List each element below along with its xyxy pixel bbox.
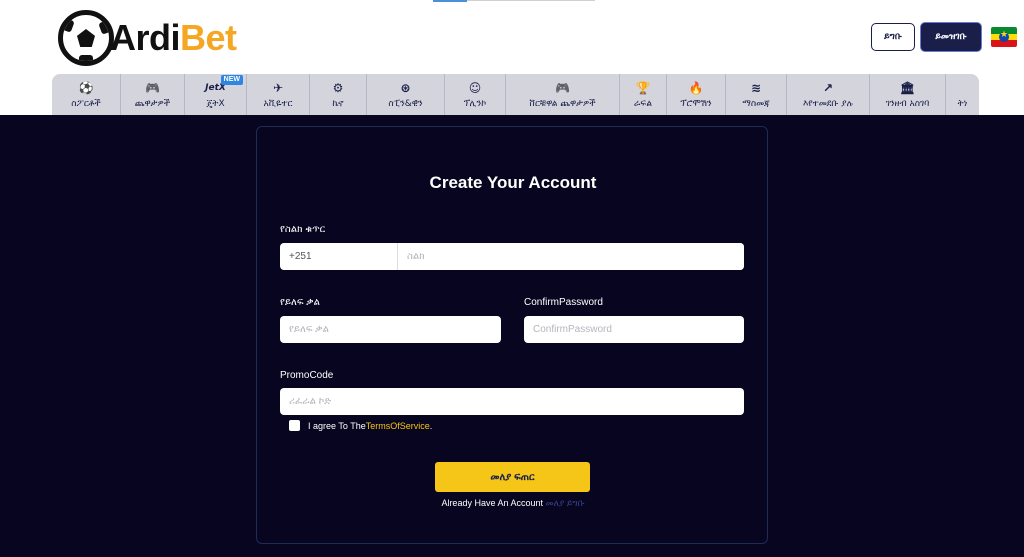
nav-item-7[interactable]: 🎮 ቨርቹዋል ጨዋታዎች xyxy=(506,74,620,115)
nav-item-10[interactable]: ≋ ማስመጃ xyxy=(726,74,787,115)
site-header: ArdiBet ይግቡ ይመዝገቡ ⚽ስፖርቶች🎮ጨዋታዎችJetXጄትXNEW… xyxy=(0,0,1024,115)
terms-text: I agree To The xyxy=(308,420,366,431)
main-area: Create Your Account የስልክ ቁጥር +251 የይለፍ ቃ… xyxy=(0,115,1024,557)
nav-item-2[interactable]: JetX ጄትX NEW xyxy=(185,74,247,115)
aviator-icon: ✈ xyxy=(272,80,284,95)
nav-item-4[interactable]: ⚙ ኬኖ xyxy=(310,74,367,115)
already-have-account: Already Have An Account መለያ ይግቡ xyxy=(257,498,769,509)
top-accent-line xyxy=(433,0,467,2)
confirm-password-input[interactable] xyxy=(524,316,744,343)
nav-item-label: አቪዬተር xyxy=(263,98,293,109)
nav-item-label: ፕሊንኮ xyxy=(463,98,487,109)
confirm-password-label: ConfirmPassword xyxy=(524,297,603,308)
password-label: የይለፍ ቃል xyxy=(280,297,320,308)
nav-item-0[interactable]: ⚽ ስፖርቶች xyxy=(52,74,121,115)
top-divider-line xyxy=(467,0,595,1)
logo-text-bet: Bet xyxy=(180,17,237,58)
nav-item-label: ስፒን&ዊን xyxy=(388,98,423,109)
main-nav: ⚽ ስፖርቶች 🎮 ጨዋታዎች JetX ጄትX NEW ✈ አቪዬተር ⚙ ኬኖ ⊛ ስፒን&ዊን ☺ ፕ… xyxy=(52,74,979,115)
sports-ball-icon: ⚽ xyxy=(78,80,94,95)
nav-item-8[interactable]: 🏆 ራፍል xyxy=(620,74,667,115)
nav-item-label: ጨዋታዎች xyxy=(134,98,171,109)
nav-item-9[interactable]: 🔥 ፕሮሞሽን xyxy=(667,74,726,115)
already-text: Already Have An Account xyxy=(441,498,546,508)
create-account-button[interactable]: መለያ ፍጠር xyxy=(435,462,590,492)
phone-label: የስልክ ቁጥር xyxy=(280,224,326,235)
phone-input[interactable] xyxy=(398,243,744,270)
terms-of-service-link[interactable]: TermsOfService xyxy=(366,421,430,431)
terms-period: . xyxy=(429,420,433,431)
ardibet-logo[interactable]: ArdiBet xyxy=(58,8,237,68)
nav-item-13[interactable]: ትነ xyxy=(946,74,979,115)
promo-code-label: PromoCode xyxy=(280,370,334,381)
nav-item-label: ስፖርቶች xyxy=(71,98,101,109)
flame-icon: 🔥 xyxy=(688,80,704,95)
bank-icon: 🏛 xyxy=(899,80,916,95)
register-card: Create Your Account የስልክ ቁጥር +251 የይለፍ ቃ… xyxy=(256,126,768,544)
nav-item-label: ፕሮሞሽን xyxy=(680,98,712,109)
logo-text-ardi: Ardi xyxy=(110,17,181,58)
nav-item-label: ገንዘብ አስገባ xyxy=(885,98,930,109)
controller-icon: 🎮 xyxy=(555,80,570,95)
logo-text: ArdiBet xyxy=(110,17,237,59)
nav-item-label: ኬኖ xyxy=(332,98,344,109)
register-button[interactable]: ይመዝገቡ xyxy=(920,22,982,52)
trend-up-icon: ↗ xyxy=(822,80,834,95)
password-input[interactable] xyxy=(280,316,501,343)
nav-item-label: ማስመጃ xyxy=(742,98,770,109)
login-link[interactable]: መለያ ይግቡ xyxy=(546,498,585,508)
soccer-ball-icon xyxy=(58,10,114,66)
terms-checkbox[interactable] xyxy=(289,420,300,431)
nav-item-3[interactable]: ✈ አቪዬተር xyxy=(247,74,310,115)
promo-code-input[interactable] xyxy=(280,388,744,415)
terms-agreement: I agree To The TermsOfService. xyxy=(289,420,432,431)
nav-item-11[interactable]: ↗ እየተመደቡ ያሉ xyxy=(787,74,870,115)
nav-item-label: ጄትX xyxy=(206,98,225,109)
country-code-select[interactable]: +251 xyxy=(280,243,398,270)
nav-item-label: ቨርቹዋል ጨዋታዎች xyxy=(529,98,596,109)
layers-icon: ≋ xyxy=(750,80,762,95)
keno-icon: ⚙ xyxy=(332,80,344,95)
nav-item-label: ራፍል xyxy=(633,98,653,109)
gamepad-icon: 🎮 xyxy=(145,80,160,95)
nav-item-12[interactable]: 🏛 ገንዘብ አስገባ xyxy=(870,74,946,115)
phone-field-group: +251 xyxy=(280,243,744,270)
login-button[interactable]: ይግቡ xyxy=(871,23,915,51)
nav-item-5[interactable]: ⊛ ስፒን&ዊን xyxy=(367,74,445,115)
trophy-icon: 🏆 xyxy=(635,80,651,95)
plinko-icon: ☺ xyxy=(468,80,482,95)
nav-item-6[interactable]: ☺ ፕሊንኮ xyxy=(445,74,506,115)
page-title: Create Your Account xyxy=(429,173,597,192)
nav-item-1[interactable]: 🎮 ጨዋታዎች xyxy=(121,74,185,115)
spin-wheel-icon: ⊛ xyxy=(400,80,411,95)
nav-item-label: እየተመደቡ ያሉ xyxy=(802,98,854,109)
nav-item-label: ትነ xyxy=(957,98,968,109)
ethiopia-flag-icon[interactable] xyxy=(991,27,1017,47)
new-badge: NEW xyxy=(220,75,243,85)
